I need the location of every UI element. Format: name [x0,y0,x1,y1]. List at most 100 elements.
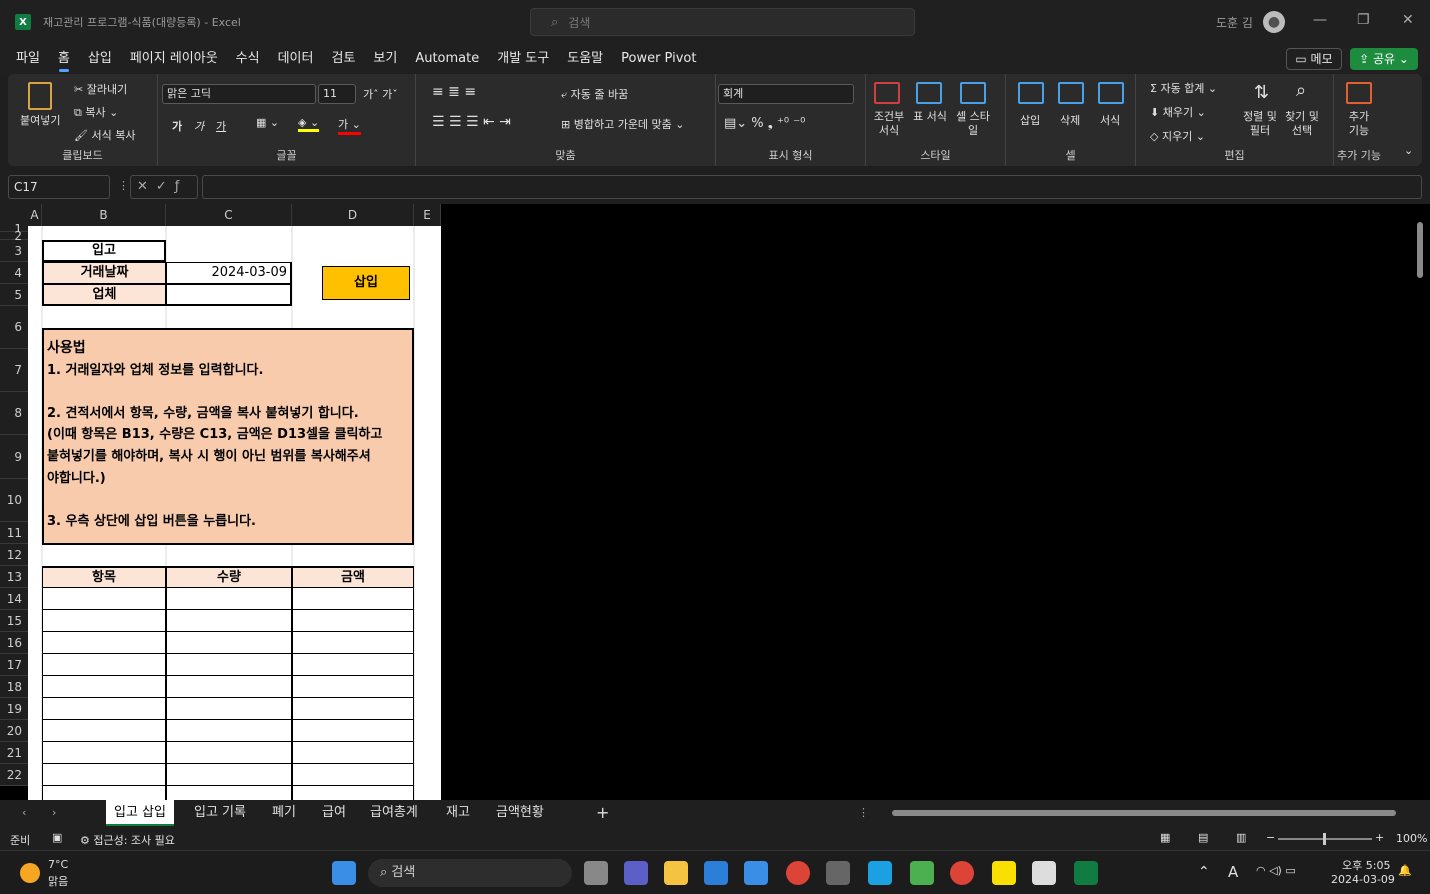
align-top-icon[interactable]: ≡ ≣ ≡ [432,84,476,100]
weather-temp[interactable]: 7°C [48,858,68,871]
row-header[interactable]: 17 [0,654,28,676]
row-header[interactable]: 22 [0,764,28,786]
paste-button[interactable]: 붙여넣기 [20,112,60,128]
sheet-cells[interactable]: 입고 거래날짜 2024-03-09 업체 삽입 사용법 1. 거래일자와 업체… [28,226,441,800]
normal-view-icon[interactable]: ▦ [1160,831,1170,844]
hscroll-thumb[interactable] [892,810,1396,816]
format-cells-icon[interactable] [1098,82,1124,104]
sheet-tab[interactable]: 급여 [314,800,354,826]
table-cell[interactable] [42,720,166,742]
menu-tab[interactable]: 개발 도구 [488,44,558,74]
font-color-icon[interactable]: 가 ⌄ [338,116,361,135]
app-icon[interactable] [910,861,934,885]
horizontal-scrollbar[interactable] [880,808,1410,818]
user-name[interactable]: 도훈 김 [1216,14,1253,31]
more-icon[interactable]: ⋮ [858,806,869,819]
column-header[interactable]: B [42,204,166,226]
table-cell[interactable] [292,764,414,786]
zoom-in-icon[interactable]: + [1375,831,1384,844]
menu-tab[interactable]: 데이터 [269,44,323,74]
table-header-cell[interactable]: 금액 [292,566,414,588]
conditional-format-icon[interactable] [874,82,900,104]
column-header[interactable]: D [292,204,414,226]
sort-filter-icon[interactable]: ⇅ [1254,82,1269,103]
fx-icon[interactable]: ✕✓ƒ [130,175,198,199]
cell-style-icon[interactable] [960,82,986,104]
ime-icon[interactable]: A [1228,863,1238,881]
excel-taskbar-icon[interactable] [1074,861,1098,885]
sort-filter-button[interactable]: 정렬 및 필터 [1240,110,1280,138]
conditional-format-button[interactable]: 조건부 서식 [870,110,908,138]
font-name-select[interactable]: 맑은 고딕 [162,84,316,104]
zoom-out-icon[interactable]: − [1266,831,1275,844]
row-header[interactable]: 8 [0,392,28,435]
vendor-label[interactable]: 업체 [42,284,166,306]
kakaotalk-icon[interactable] [992,861,1016,885]
row-header[interactable]: 2 [0,230,28,242]
find-icon[interactable]: ⌕ [1296,80,1306,101]
table-cell[interactable] [42,654,166,676]
accessibility-status[interactable]: ⚙ 접근성: 조사 필요 [80,832,175,848]
underline-button[interactable]: 가 [216,118,226,134]
table-cell[interactable] [292,676,414,698]
page-break-icon[interactable]: ▥ [1236,831,1246,844]
cut-button[interactable]: ✂ 잘라내기 [74,81,127,97]
table-cell[interactable] [292,654,414,676]
table-cell[interactable] [166,632,292,654]
column-header[interactable]: C [166,204,292,226]
sheet-tab[interactable]: 급여총계 [362,800,426,826]
table-cell[interactable] [166,742,292,764]
task-view-icon[interactable] [584,861,608,885]
date-label[interactable]: 거래날짜 [42,262,166,284]
table-cell[interactable] [166,720,292,742]
start-icon[interactable] [332,861,356,885]
row-header[interactable]: 11 [0,522,28,544]
addins-button[interactable]: 추가 기능 [1346,110,1372,138]
menu-tab[interactable]: 검토 [322,44,364,74]
avatar[interactable]: ● [1263,11,1285,33]
macro-icon[interactable]: ▣ [52,831,62,844]
table-header-cell[interactable]: 수량 [166,566,292,588]
table-cell[interactable] [42,764,166,786]
sheet-tab[interactable]: 입고 기록 [186,800,254,826]
row-header[interactable]: 5 [0,284,28,306]
table-cell[interactable] [166,698,292,720]
table-cell[interactable] [42,632,166,654]
scroll-thumb[interactable] [1417,222,1423,278]
row-header[interactable]: 4 [0,262,28,284]
row-header[interactable]: 6 [0,306,28,349]
menu-tab[interactable]: 페이지 레이아웃 [121,44,227,74]
minimize-icon[interactable]: — [1313,12,1327,28]
table-cell[interactable] [292,720,414,742]
row-header[interactable]: 12 [0,544,28,566]
date-value[interactable]: 2024-03-09 [166,262,292,284]
border-icon[interactable]: ▦ ⌄ [256,116,279,129]
table-format-icon[interactable] [916,82,942,104]
fill-color-icon[interactable]: ◈ ⌄ [298,116,320,132]
menu-tab[interactable]: 도움말 [558,44,612,74]
table-cell[interactable] [292,588,414,610]
restore-icon[interactable]: ❐ [1357,12,1370,28]
row-header[interactable]: 16 [0,632,28,654]
number-format-select[interactable]: 회계 [718,84,854,104]
table-cell[interactable] [42,742,166,764]
next-sheet-icon[interactable]: › [52,806,56,819]
weather-text[interactable]: 맑음 [48,873,68,889]
table-cell[interactable] [166,610,292,632]
notification-icon[interactable]: 🔔 [1398,864,1412,877]
row-header[interactable]: 10 [0,479,28,522]
row-header[interactable]: 21 [0,742,28,764]
collapse-ribbon-icon[interactable]: ⌄ [1404,144,1413,157]
italic-button[interactable]: 가 [194,118,204,134]
row-header[interactable]: 9 [0,435,28,479]
close-icon[interactable]: ✕ [1402,12,1414,28]
snipping-tool-icon[interactable] [1032,861,1056,885]
row-header[interactable]: 14 [0,588,28,610]
teams-icon[interactable] [624,861,648,885]
table-header-cell[interactable]: 항목 [42,566,166,588]
wrap-text-button[interactable]: ⤶ 자동 줄 바꿈 [561,86,628,102]
table-cell[interactable] [292,742,414,764]
table-cell[interactable] [166,764,292,786]
sheet-tab[interactable]: 입고 삽입 [106,800,174,826]
currency-icon[interactable]: ▤⌄ % ❟ ⁺⁰ ⁻⁰ [724,116,805,131]
